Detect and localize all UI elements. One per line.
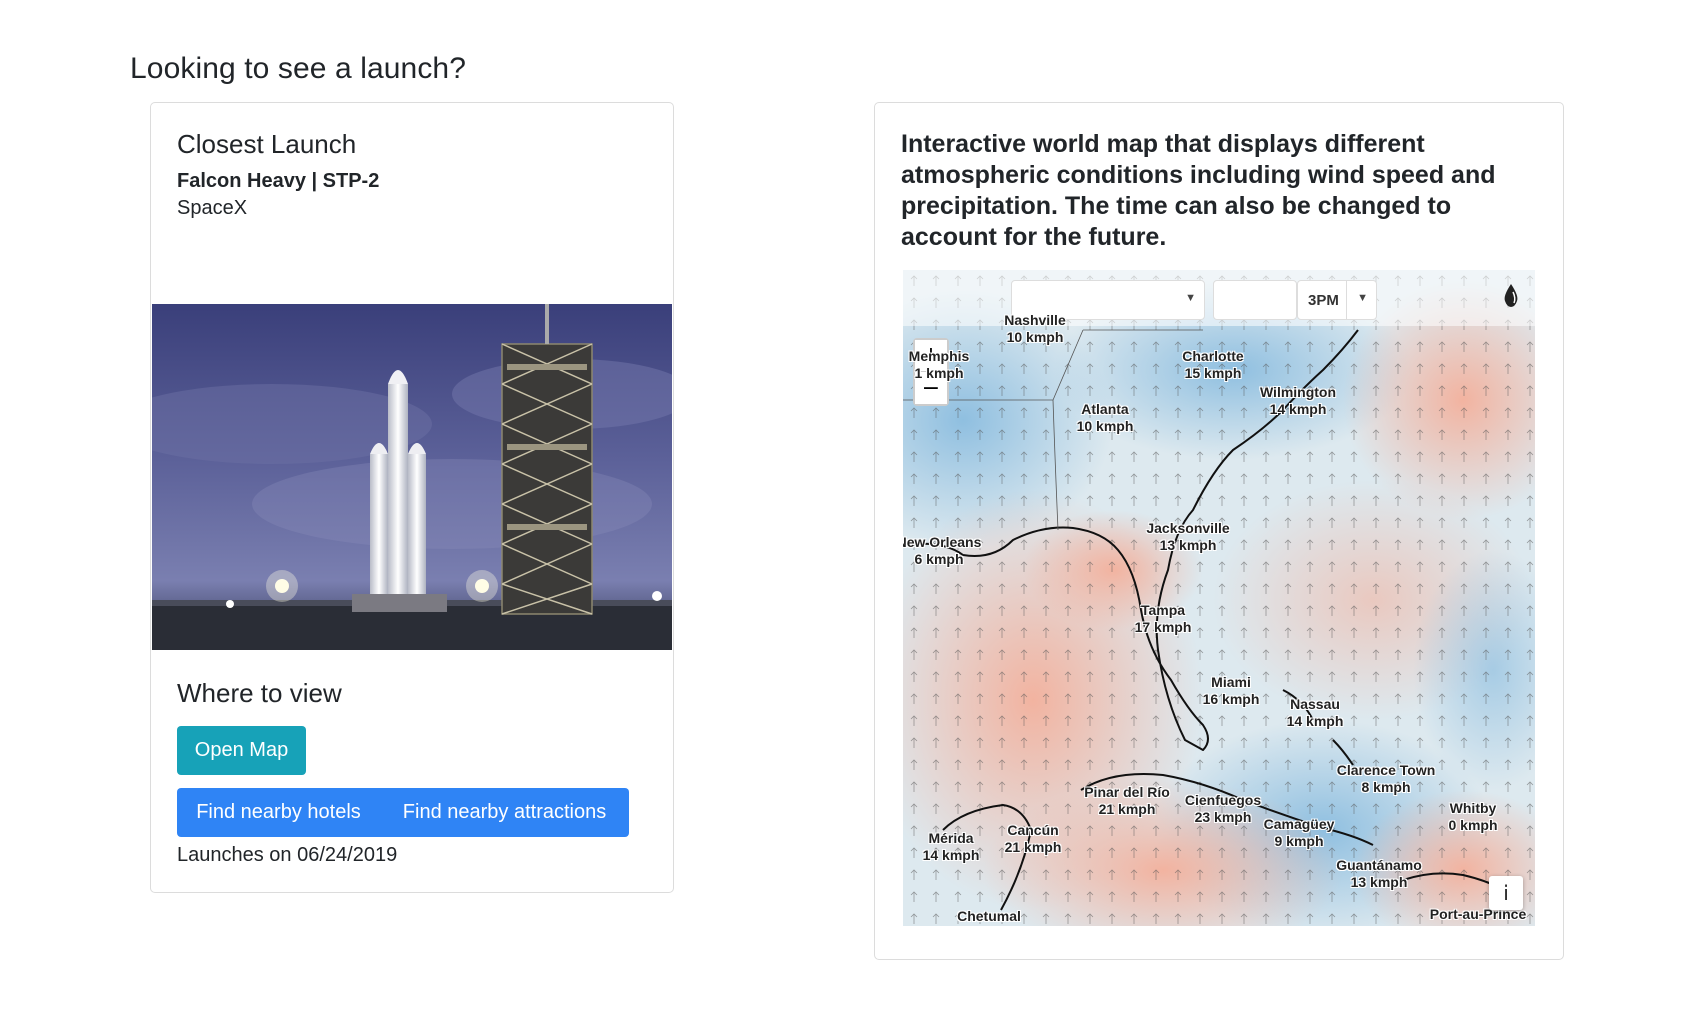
- open-map-button[interactable]: Open Map: [177, 726, 306, 775]
- city-label: Charlotte 15 kmph: [1182, 348, 1244, 381]
- level-select[interactable]: [1213, 280, 1297, 320]
- find-hotels-button[interactable]: Find nearby hotels: [177, 788, 380, 837]
- city-label: Guantánamo 13 kmph: [1336, 857, 1422, 890]
- weather-map-card: Interactive world map that displays diff…: [874, 102, 1564, 960]
- launch-provider: SpaceX: [177, 197, 248, 219]
- time-select[interactable]: 3PM ▼: [1297, 280, 1377, 320]
- card-title: Closest Launch: [177, 129, 357, 159]
- city-label: Pinar del Río 21 kmph: [1084, 784, 1170, 817]
- city-label: Tampa 17 kmph: [1134, 602, 1192, 635]
- city-label: Mérida 14 kmph: [922, 830, 980, 863]
- map-description: Interactive world map that displays diff…: [901, 130, 1496, 251]
- where-to-view-title: Where to view: [177, 678, 342, 708]
- map-toolbar: ▼ 3PM ▼: [903, 270, 1535, 326]
- chevron-down-icon: ▼: [1357, 292, 1368, 304]
- city-label: Camagüey 9 kmph: [1263, 816, 1335, 849]
- map-info-button[interactable]: i: [1489, 876, 1523, 910]
- closest-launch-card: Closest Launch Falcon Heavy | STP-2 Spac…: [150, 102, 674, 893]
- city-label: New Orleans 6 kmph: [903, 534, 982, 567]
- rocket-launch-image: [152, 304, 672, 650]
- city-label: Cancún 21 kmph: [1004, 822, 1062, 855]
- city-label: Whitby 0 kmph: [1448, 800, 1498, 833]
- time-select-value: 3PM: [1308, 292, 1339, 309]
- city-label: Chetumal: [957, 908, 1021, 924]
- city-label: Nassau 14 kmph: [1286, 696, 1344, 729]
- city-label: Atlanta 10 kmph: [1076, 401, 1134, 434]
- city-label: Memphis 1 kmph: [908, 348, 970, 381]
- city-label: Cienfuegos 23 kmph: [1184, 792, 1262, 825]
- find-attractions-button[interactable]: Find nearby attractions: [380, 788, 629, 837]
- city-label: Miami 16 kmph: [1202, 674, 1260, 707]
- chevron-down-icon: ▼: [1185, 292, 1196, 304]
- city-label: Jacksonville 13 kmph: [1146, 520, 1230, 553]
- precipitation-drop-icon[interactable]: [1501, 282, 1521, 308]
- nearby-button-group: Find nearby hotels Find nearby attractio…: [177, 788, 629, 837]
- mission-name: Falcon Heavy | STP-2: [177, 170, 380, 192]
- city-label: Nashville 10 kmph: [1004, 312, 1066, 345]
- city-label: Wilmington 14 kmph: [1259, 384, 1337, 417]
- city-label: Clarence Town 8 kmph: [1336, 762, 1436, 795]
- weather-map[interactable]: ▼ 3PM ▼ + − Nashville 10 kmph Memphis 1 km…: [903, 270, 1535, 926]
- launch-date: Launches on 06/24/2019: [177, 844, 398, 866]
- page-heading: Looking to see a launch?: [130, 52, 466, 85]
